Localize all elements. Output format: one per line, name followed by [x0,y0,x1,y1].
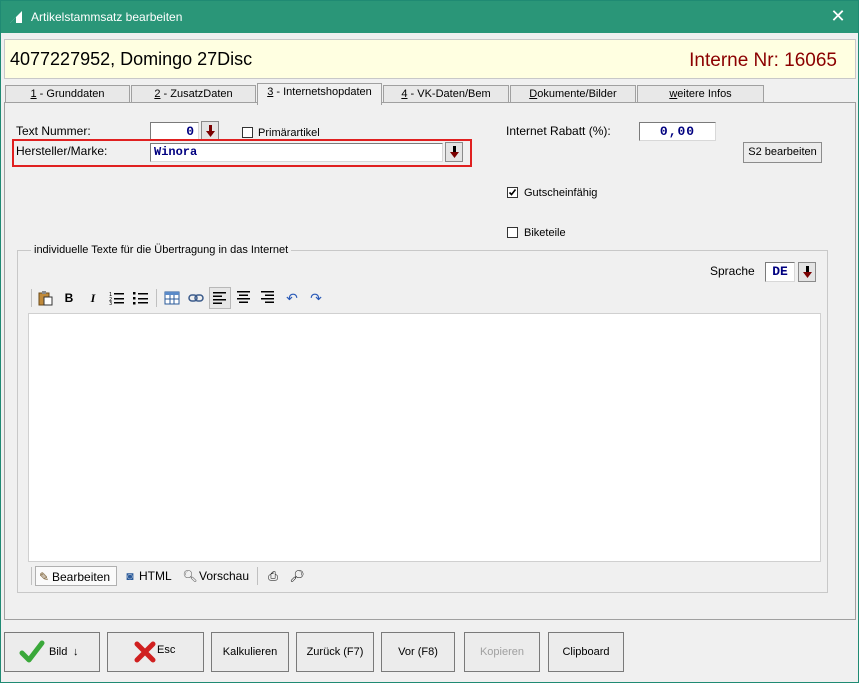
tab-label: - VK-Daten/Bem [407,88,491,100]
close-icon[interactable]: ✕ [818,1,858,33]
tab-label: okumente/Bilder [537,88,617,100]
mode-tab-vorschau[interactable]: 🔍︎Vorschau [181,566,253,586]
print-icon[interactable]: ⎙ [262,566,284,586]
biketeile-label: Biketeile [524,227,566,239]
html-icon: ◙ [126,569,134,583]
tab-label: - Grunddaten [36,88,105,100]
link-icon[interactable] [185,287,207,309]
esc-button[interactable]: Esc [107,632,204,672]
title-bar[interactable]: Artikelstammsatz bearbeiten ✕ [1,1,858,33]
kalkulieren-button[interactable]: Kalkulieren [211,632,289,672]
app-icon [10,11,22,23]
mode-tab-html[interactable]: ◙ HTML [121,566,177,586]
text-nummer-label: Text Nummer: [16,124,91,138]
arrow-down-icon [803,266,812,278]
sprache-label: Sprache [710,264,755,278]
arrow-down-icon: ↓ [73,646,79,658]
tab-panel-internetshop: Text Nummer: 0 Primärartikel Hersteller/… [4,102,856,620]
window-title: Artikelstammsatz bearbeiten [31,10,183,24]
print-preview-icon[interactable]: 🔎︎ [286,566,308,586]
align-center-icon[interactable] [233,287,255,309]
tab-label: - ZusatzDaten [160,88,233,100]
redo-icon[interactable]: ↷ [305,287,327,309]
editor-toolbar: B I 123 ↶ ↷ [31,287,331,309]
s2-bearbeiten-button[interactable]: S2 bearbeiten [743,142,822,163]
paste-icon[interactable] [34,287,56,309]
tab-strip: 1 - Grunddaten 2 - ZusatzDaten 3 - Inter… [5,83,857,105]
esc-label: Esc [157,644,176,656]
primaerartikel-label: Primärartikel [258,127,320,139]
tab-label: - Internetshopdaten [273,86,372,98]
internet-rabatt-input[interactable]: 0,00 [639,122,716,141]
checkmark-icon [19,640,45,663]
article-edit-window: Artikelstammsatz bearbeiten ✕ 4077227952… [0,0,859,683]
bullet-list-icon[interactable] [130,287,152,309]
vor-button[interactable]: Vor (F8) [381,632,455,672]
ordered-list-icon[interactable]: 123 [106,287,128,309]
html-text-editor[interactable] [28,313,821,562]
table-icon[interactable] [161,287,183,309]
undo-icon[interactable]: ↶ [281,287,303,309]
gutschein-checkbox[interactable] [507,187,518,198]
tab-internetshopdaten[interactable]: 3 - Internetshopdaten [257,83,382,105]
align-right-icon[interactable] [257,287,279,309]
gutschein-label: Gutscheinfähig [524,187,598,199]
hersteller-label: Hersteller/Marke: [16,144,108,158]
pencil-icon: ✎ [38,570,50,584]
mode-tab-bearbeiten[interactable]: ✎ Bearbeiten [35,566,117,586]
checkmark-icon [508,189,517,196]
preview-icon: 🔍︎ [182,569,198,583]
internet-texts-legend: individuelle Texte für die Übertragung i… [31,244,292,256]
cancel-x-icon [134,641,156,663]
mode-label-vorschau: Vorschau [199,569,250,583]
hersteller-input[interactable]: Winora [150,143,443,162]
italic-icon[interactable]: I [82,287,104,309]
interne-nummer: Interne Nr: 16065 [689,50,837,71]
mode-label-html: HTML [139,569,172,583]
article-number-title: 4077227952, Domingo 27Disc [10,49,253,69]
bild-label: Bild [49,646,68,658]
primaerartikel-checkbox[interactable] [242,127,253,138]
hersteller-dropdown[interactable] [445,142,463,162]
tab-label: eitere Infos [677,88,732,100]
sprache-input[interactable]: DE [765,262,795,282]
kopieren-button: Kopieren [464,632,540,672]
biketeile-checkbox[interactable] [507,227,518,238]
arrow-down-icon [206,125,215,137]
bold-icon[interactable]: B [58,287,80,309]
article-header: 4077227952, Domingo 27Disc Interne Nr: 1… [4,39,856,79]
arrow-down-icon [450,146,459,158]
zurueck-button[interactable]: Zurück (F7) [296,632,374,672]
svg-text:3: 3 [109,301,112,305]
bild-button[interactable]: Bild ↓ [4,632,100,672]
internet-rabatt-label: Internet Rabatt (%): [506,124,611,138]
sprache-dropdown[interactable] [798,262,816,282]
mode-label-bearbeiten: Bearbeiten [52,570,111,584]
clipboard-button[interactable]: Clipboard [548,632,624,672]
editor-mode-tabs: ✎ Bearbeiten ◙ HTML 🔍︎Vorschau ⎙ 🔎︎ [31,566,311,586]
align-left-icon[interactable] [209,287,231,309]
text-nummer-dropdown[interactable] [201,121,219,141]
